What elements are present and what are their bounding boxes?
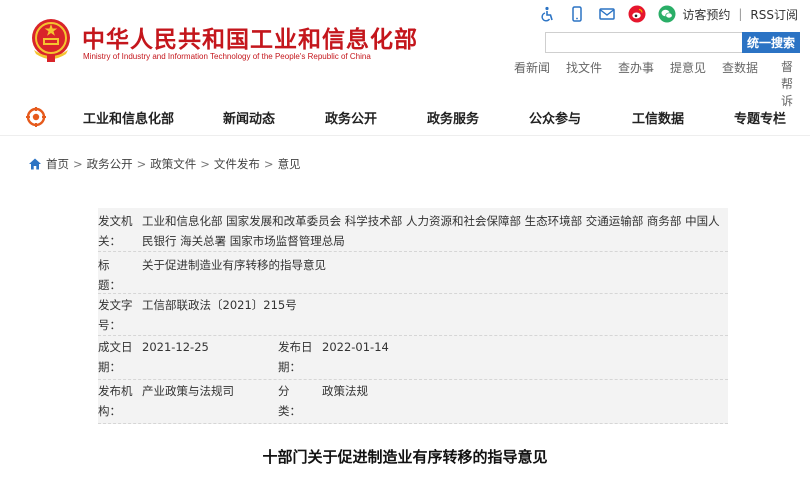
search-bar: 统一搜索 bbox=[545, 32, 800, 53]
mobile-icon[interactable] bbox=[568, 5, 586, 23]
weibo-icon[interactable] bbox=[628, 5, 646, 23]
national-emblem-icon[interactable] bbox=[28, 16, 74, 64]
home-icon[interactable] bbox=[28, 157, 42, 171]
nav-item-ministry[interactable]: 工业和信息化部 bbox=[83, 108, 174, 127]
quick-link-data[interactable]: 查数据 bbox=[722, 59, 758, 76]
breadcrumb-doc-release[interactable]: 文件发布 bbox=[214, 156, 260, 172]
nav-item-gov-affairs[interactable]: 政务公开 bbox=[325, 108, 377, 127]
quick-link-services[interactable]: 查办事 bbox=[618, 59, 654, 76]
title-value: 关于促进制造业有序转移的指导意见 bbox=[142, 258, 326, 272]
doc-number-value: 工信部联政法〔2021〕215号 bbox=[142, 298, 297, 312]
nav-item-data[interactable]: 工信数据 bbox=[632, 108, 684, 127]
wechat-icon[interactable] bbox=[658, 5, 676, 23]
nav-item-special-topics[interactable]: 专题专栏 bbox=[734, 108, 786, 127]
category-value: 政策法规 bbox=[322, 384, 368, 398]
written-date-label: 成文日期： bbox=[98, 340, 133, 374]
nav-item-news[interactable]: 新闻动态 bbox=[223, 108, 275, 127]
quick-link-feedback[interactable]: 提意见 bbox=[670, 59, 706, 76]
issuing-org-value: 产业政策与法规司 bbox=[142, 384, 234, 398]
info-row-number: 发文字号： 工信部联政法〔2021〕215号 bbox=[98, 294, 728, 336]
search-button[interactable]: 统一搜索 bbox=[742, 32, 800, 53]
quick-link-files[interactable]: 找文件 bbox=[566, 59, 602, 76]
site-title[interactable]: 中华人民共和国工业和信息化部 bbox=[82, 20, 418, 54]
quick-link-news[interactable]: 看新闻 bbox=[514, 59, 550, 76]
info-row-issuer: 发文机关： 工业和信息化部 国家发展和改革委员会 科学技术部 人力资源和社会保障… bbox=[98, 208, 728, 252]
site-header: 中华人民共和国工业和信息化部 Ministry of Industry and … bbox=[0, 0, 810, 108]
miit-logo-icon[interactable] bbox=[26, 107, 46, 127]
search-input[interactable] bbox=[545, 32, 742, 53]
topbar-separator: | bbox=[738, 7, 743, 21]
nav-item-public-participation[interactable]: 公众参与 bbox=[529, 108, 581, 127]
title-label: 标 题： bbox=[98, 258, 133, 292]
category-label: 分 类： bbox=[278, 384, 313, 418]
breadcrumb-home[interactable]: 首页 bbox=[46, 156, 69, 172]
published-date-label: 发布日期： bbox=[278, 340, 313, 374]
breadcrumb-gov-affairs[interactable]: 政务公开 bbox=[87, 156, 133, 172]
breadcrumb-separator: > bbox=[73, 157, 83, 171]
breadcrumb-opinions[interactable]: 意见 bbox=[278, 156, 301, 172]
email-icon[interactable] bbox=[598, 5, 616, 23]
info-row-org: 发布机构： 产业政策与法规司 分 类： 政策法规 bbox=[98, 380, 728, 424]
issuer-value: 工业和信息化部 国家发展和改革委员会 科学技术部 人力资源和社会保障部 生态环境… bbox=[142, 214, 720, 248]
published-date-value: 2022-01-14 bbox=[322, 340, 389, 354]
top-bar: 访客预约 | RSS订阅 bbox=[538, 5, 798, 23]
info-row-title: 标 题： 关于促进制造业有序转移的指导意见 bbox=[98, 252, 728, 294]
breadcrumb-separator: > bbox=[136, 157, 147, 171]
breadcrumb-separator: > bbox=[263, 157, 274, 171]
site-subtitle: Ministry of Industry and Information Tec… bbox=[83, 52, 371, 61]
document-title: 十部门关于促进制造业有序转移的指导意见 bbox=[262, 448, 548, 466]
breadcrumb: 首页 > 政务公开 > 政策文件 > 文件发布 > 意见 bbox=[28, 156, 301, 172]
breadcrumb-policy-docs[interactable]: 政策文件 bbox=[150, 156, 196, 172]
issuer-label: 发文机关： bbox=[98, 214, 133, 248]
written-date-value: 2021-12-25 bbox=[142, 340, 209, 354]
document-info-table: 发文机关： 工业和信息化部 国家发展和改革委员会 科学技术部 人力资源和社会保障… bbox=[98, 208, 728, 424]
doc-number-label: 发文字号： bbox=[98, 298, 133, 332]
rss-subscribe-link[interactable]: RSS订阅 bbox=[750, 6, 798, 23]
issuing-org-label: 发布机构： bbox=[98, 384, 133, 418]
info-row-dates: 成文日期： 2021-12-25 发布日期： 2022-01-14 bbox=[98, 336, 728, 380]
nav-item-gov-services[interactable]: 政务服务 bbox=[427, 108, 479, 127]
main-nav: 工业和信息化部 新闻动态 政务公开 政务服务 公众参与 工信数据 专题专栏 bbox=[0, 98, 810, 136]
accessibility-icon[interactable] bbox=[538, 5, 556, 23]
visitor-appointment-link[interactable]: 访客预约 bbox=[682, 6, 730, 23]
breadcrumb-separator: > bbox=[200, 157, 210, 171]
